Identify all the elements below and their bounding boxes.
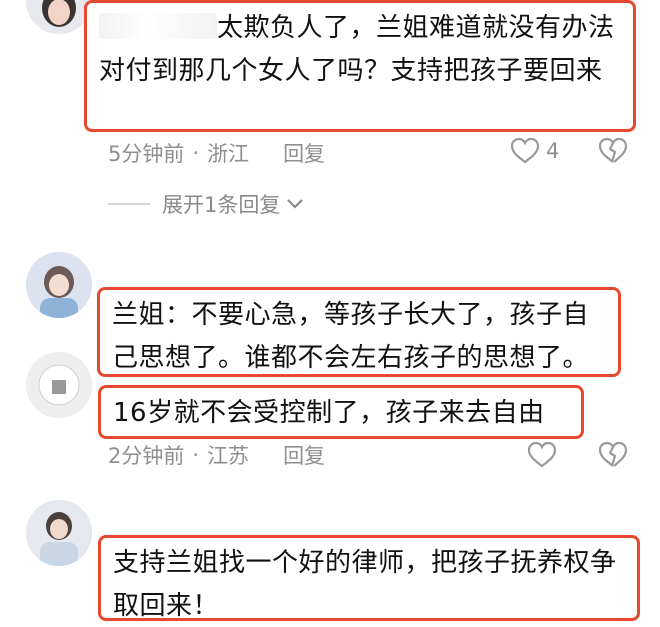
comment-text-highlighted: 支持兰姐找一个好的律师，把孩子抚养权争取回来！ [98,535,640,621]
dislike-button[interactable] [598,137,628,165]
avatar[interactable] [26,352,92,418]
masked-username [99,13,217,39]
user-photo-icon [26,252,92,318]
broken-heart-icon [598,137,628,163]
user-photo-icon [26,0,92,34]
dislike-button[interactable] [598,441,628,469]
expand-replies-label: 展开1条回复 [162,193,281,217]
meta-separator: · [192,443,200,467]
meta-separator: · [192,141,200,165]
expand-replies-button[interactable]: 展开1条回复 [108,186,304,222]
comment-time: 5分钟前 [108,142,185,166]
like-button[interactable]: 4 [510,137,559,165]
chevron-down-icon [287,199,304,209]
avatar[interactable] [26,0,92,34]
like-count: 4 [546,139,560,163]
broken-heart-icon [598,441,628,467]
comment-meta: 5分钟前 · 浙江 回复 [108,136,325,170]
like-button[interactable] [527,441,557,469]
user-photo-icon [26,352,92,418]
comment-thread: 太欺负人了，兰姐难道就没有办法对付到那几个女人了吗？支持把孩子要回来 5分钟前 … [0,0,660,627]
avatar[interactable] [26,252,92,318]
comment-meta: 2分钟前 · 江苏 回复 [108,438,325,472]
heart-outline-icon [510,137,540,164]
comment-location: 江苏 [207,444,250,468]
expand-divider [108,203,150,205]
comment-location: 浙江 [207,142,250,166]
heart-outline-icon [527,441,557,468]
comment-text-highlighted: 16岁就不会受控制了，孩子来去自由 [98,385,584,439]
avatar[interactable] [26,500,92,566]
reply-button[interactable]: 回复 [283,440,325,470]
user-photo-icon [26,500,92,566]
comment-text-highlighted: 太欺负人了，兰姐难道就没有办法对付到那几个女人了吗？支持把孩子要回来 [84,0,636,132]
comment-text-highlighted: 兰姐：不要心急，等孩子长大了，孩子自己思想了。谁都不会左右孩子的思想了。 [97,287,621,377]
comment-time: 2分钟前 [108,444,185,468]
reply-button[interactable]: 回复 [283,138,325,168]
